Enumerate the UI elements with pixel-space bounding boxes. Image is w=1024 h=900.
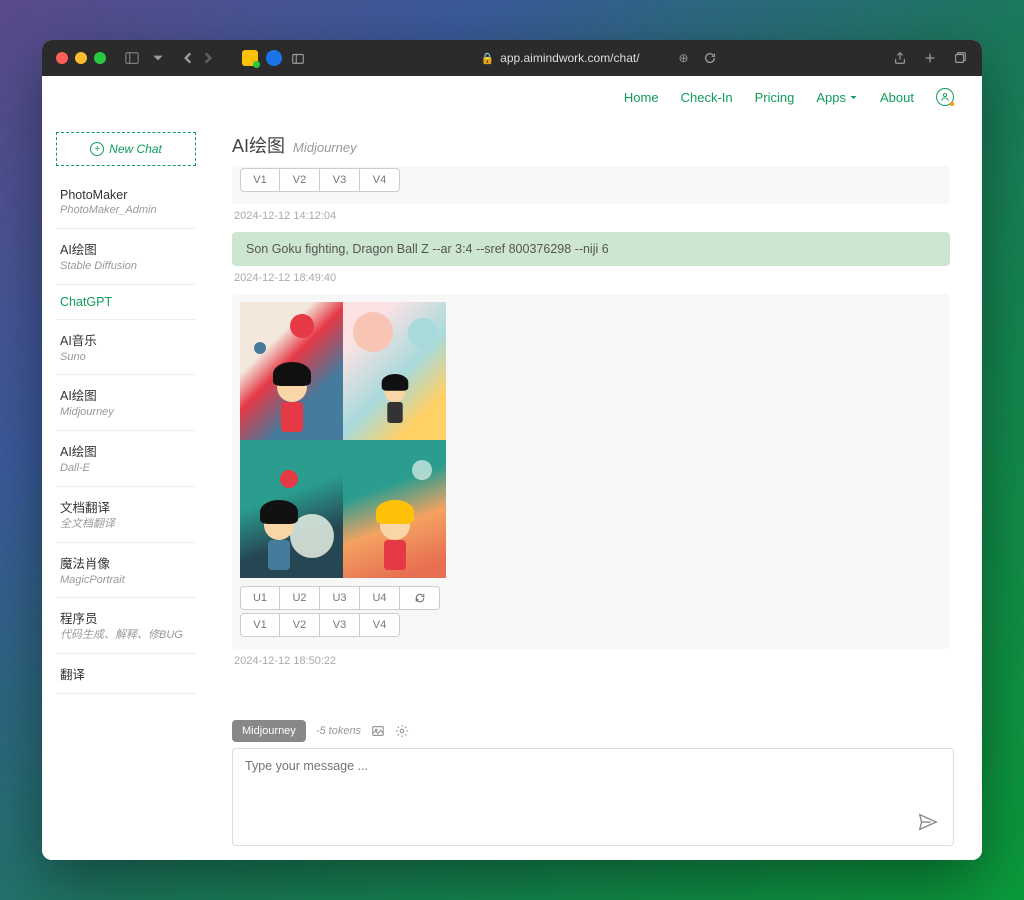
sidebar-item-music[interactable]: AI音乐Suno xyxy=(56,320,196,376)
user-prompt: Son Goku fighting, Dragon Ball Z --ar 3:… xyxy=(232,232,950,266)
v2-button[interactable]: V2 xyxy=(280,613,320,637)
sidebar-item-doctranslate[interactable]: 文档翻译全文档翻译 xyxy=(56,487,196,543)
v1-button[interactable]: V1 xyxy=(240,613,280,637)
close-window[interactable] xyxy=(56,52,68,64)
chat-subtitle: Midjourney xyxy=(293,140,357,155)
chat-scroll[interactable]: V1 V2 V3 V4 2024-12-12 14:12:04 Son Goku… xyxy=(232,166,954,714)
regenerate-button[interactable] xyxy=(400,586,440,610)
extension-icon-1[interactable] xyxy=(242,50,258,66)
timestamp-3: 2024-12-12 18:50:22 xyxy=(234,655,950,667)
nav-about[interactable]: About xyxy=(880,90,914,105)
v3-button[interactable]: V3 xyxy=(320,613,360,637)
extension-icon-2[interactable] xyxy=(266,50,282,66)
image-grid xyxy=(240,302,446,578)
v3-button-prev[interactable]: V3 xyxy=(320,168,360,192)
sidebar-item-dalle[interactable]: AI绘图Dall-E xyxy=(56,431,196,487)
nav-home[interactable]: Home xyxy=(624,90,659,105)
reader-icon[interactable]: ⊕ xyxy=(676,50,692,66)
chat-title: AI绘图 xyxy=(232,132,285,158)
generated-image-2[interactable] xyxy=(343,302,446,440)
browser-window: 🔒 app.aimindwork.com/chat/ ⊕ Home Check-… xyxy=(42,40,982,860)
timestamp-2: 2024-12-12 18:49:40 xyxy=(234,272,950,284)
app-content: Home Check-In Pricing Apps About + New C… xyxy=(42,76,982,860)
v4-button[interactable]: V4 xyxy=(360,613,400,637)
user-avatar-icon[interactable] xyxy=(936,88,954,106)
new-chat-label: New Chat xyxy=(109,142,162,156)
new-tab-icon[interactable] xyxy=(922,50,938,66)
sidebar-item-photomaker[interactable]: PhotoMakerPhotoMaker_Admin xyxy=(56,178,196,229)
sidebar-item-midjourney[interactable]: AI绘图Midjourney xyxy=(56,375,196,431)
top-nav: Home Check-In Pricing Apps About xyxy=(42,76,982,118)
sidebar-item-sd[interactable]: AI绘图Stable Diffusion xyxy=(56,229,196,285)
sidebar-item-chatgpt[interactable]: ChatGPT xyxy=(56,285,196,320)
nav-apps[interactable]: Apps xyxy=(816,90,858,105)
image-icon[interactable] xyxy=(371,724,385,738)
timestamp-1: 2024-12-12 14:12:04 xyxy=(234,210,950,222)
sidebar-toggle-icon[interactable] xyxy=(124,50,140,66)
window-controls xyxy=(56,52,106,64)
sidebar-item-magicportrait[interactable]: 魔法肖像MagicPortrait xyxy=(56,543,196,599)
message-input[interactable] xyxy=(245,759,941,835)
chat-panel: AI绘图 Midjourney V1 V2 V3 V4 2024-12-12 1… xyxy=(210,118,982,860)
token-cost: -5 tokens xyxy=(316,725,361,737)
chevron-down-icon xyxy=(849,93,858,102)
tab-dropdown-icon[interactable] xyxy=(150,50,166,66)
back-icon[interactable] xyxy=(180,50,196,66)
main: + New Chat PhotoMakerPhotoMaker_Admin AI… xyxy=(42,118,982,860)
sidebar-item-translate[interactable]: 翻译 xyxy=(56,654,196,694)
prev-result-actions: V1 V2 V3 V4 xyxy=(232,166,950,204)
refresh-icon xyxy=(414,592,426,604)
send-button[interactable] xyxy=(917,811,939,833)
new-chat-button[interactable]: + New Chat xyxy=(56,132,196,166)
u2-button[interactable]: U2 xyxy=(280,586,320,610)
url-text: app.aimindwork.com/chat/ xyxy=(500,51,639,65)
v4-button-prev[interactable]: V4 xyxy=(360,168,400,192)
forward-icon[interactable] xyxy=(200,50,216,66)
generated-image-4[interactable] xyxy=(343,440,446,578)
composer: Midjourney -5 tokens xyxy=(232,714,954,860)
url-bar[interactable]: 🔒 app.aimindwork.com/chat/ ⊕ xyxy=(314,50,884,66)
tabs-icon[interactable] xyxy=(952,50,968,66)
sidebar-item-programmer[interactable]: 程序员代码生成、解释、修BUG xyxy=(56,598,196,654)
u4-button[interactable]: U4 xyxy=(360,586,400,610)
extension-icon-3[interactable] xyxy=(290,50,306,66)
lock-icon: 🔒 xyxy=(480,52,494,65)
settings-icon[interactable] xyxy=(395,724,409,738)
result-block: U1 U2 U3 U4 V1 V2 V3 V4 xyxy=(232,294,950,649)
v1-button-prev[interactable]: V1 xyxy=(240,168,280,192)
chat-header: AI绘图 Midjourney xyxy=(232,132,954,158)
nav-checkin[interactable]: Check-In xyxy=(681,90,733,105)
generated-image-3[interactable] xyxy=(240,440,343,578)
plus-icon: + xyxy=(90,142,104,156)
minimize-window[interactable] xyxy=(75,52,87,64)
maximize-window[interactable] xyxy=(94,52,106,64)
message-input-box xyxy=(232,748,954,846)
sidebar: + New Chat PhotoMakerPhotoMaker_Admin AI… xyxy=(42,118,210,860)
nav-pricing[interactable]: Pricing xyxy=(755,90,795,105)
titlebar: 🔒 app.aimindwork.com/chat/ ⊕ xyxy=(42,40,982,76)
u3-button[interactable]: U3 xyxy=(320,586,360,610)
model-tag[interactable]: Midjourney xyxy=(232,720,306,742)
v2-button-prev[interactable]: V2 xyxy=(280,168,320,192)
reload-icon[interactable] xyxy=(702,50,718,66)
u1-button[interactable]: U1 xyxy=(240,586,280,610)
generated-image-1[interactable] xyxy=(240,302,343,440)
share-icon[interactable] xyxy=(892,50,908,66)
